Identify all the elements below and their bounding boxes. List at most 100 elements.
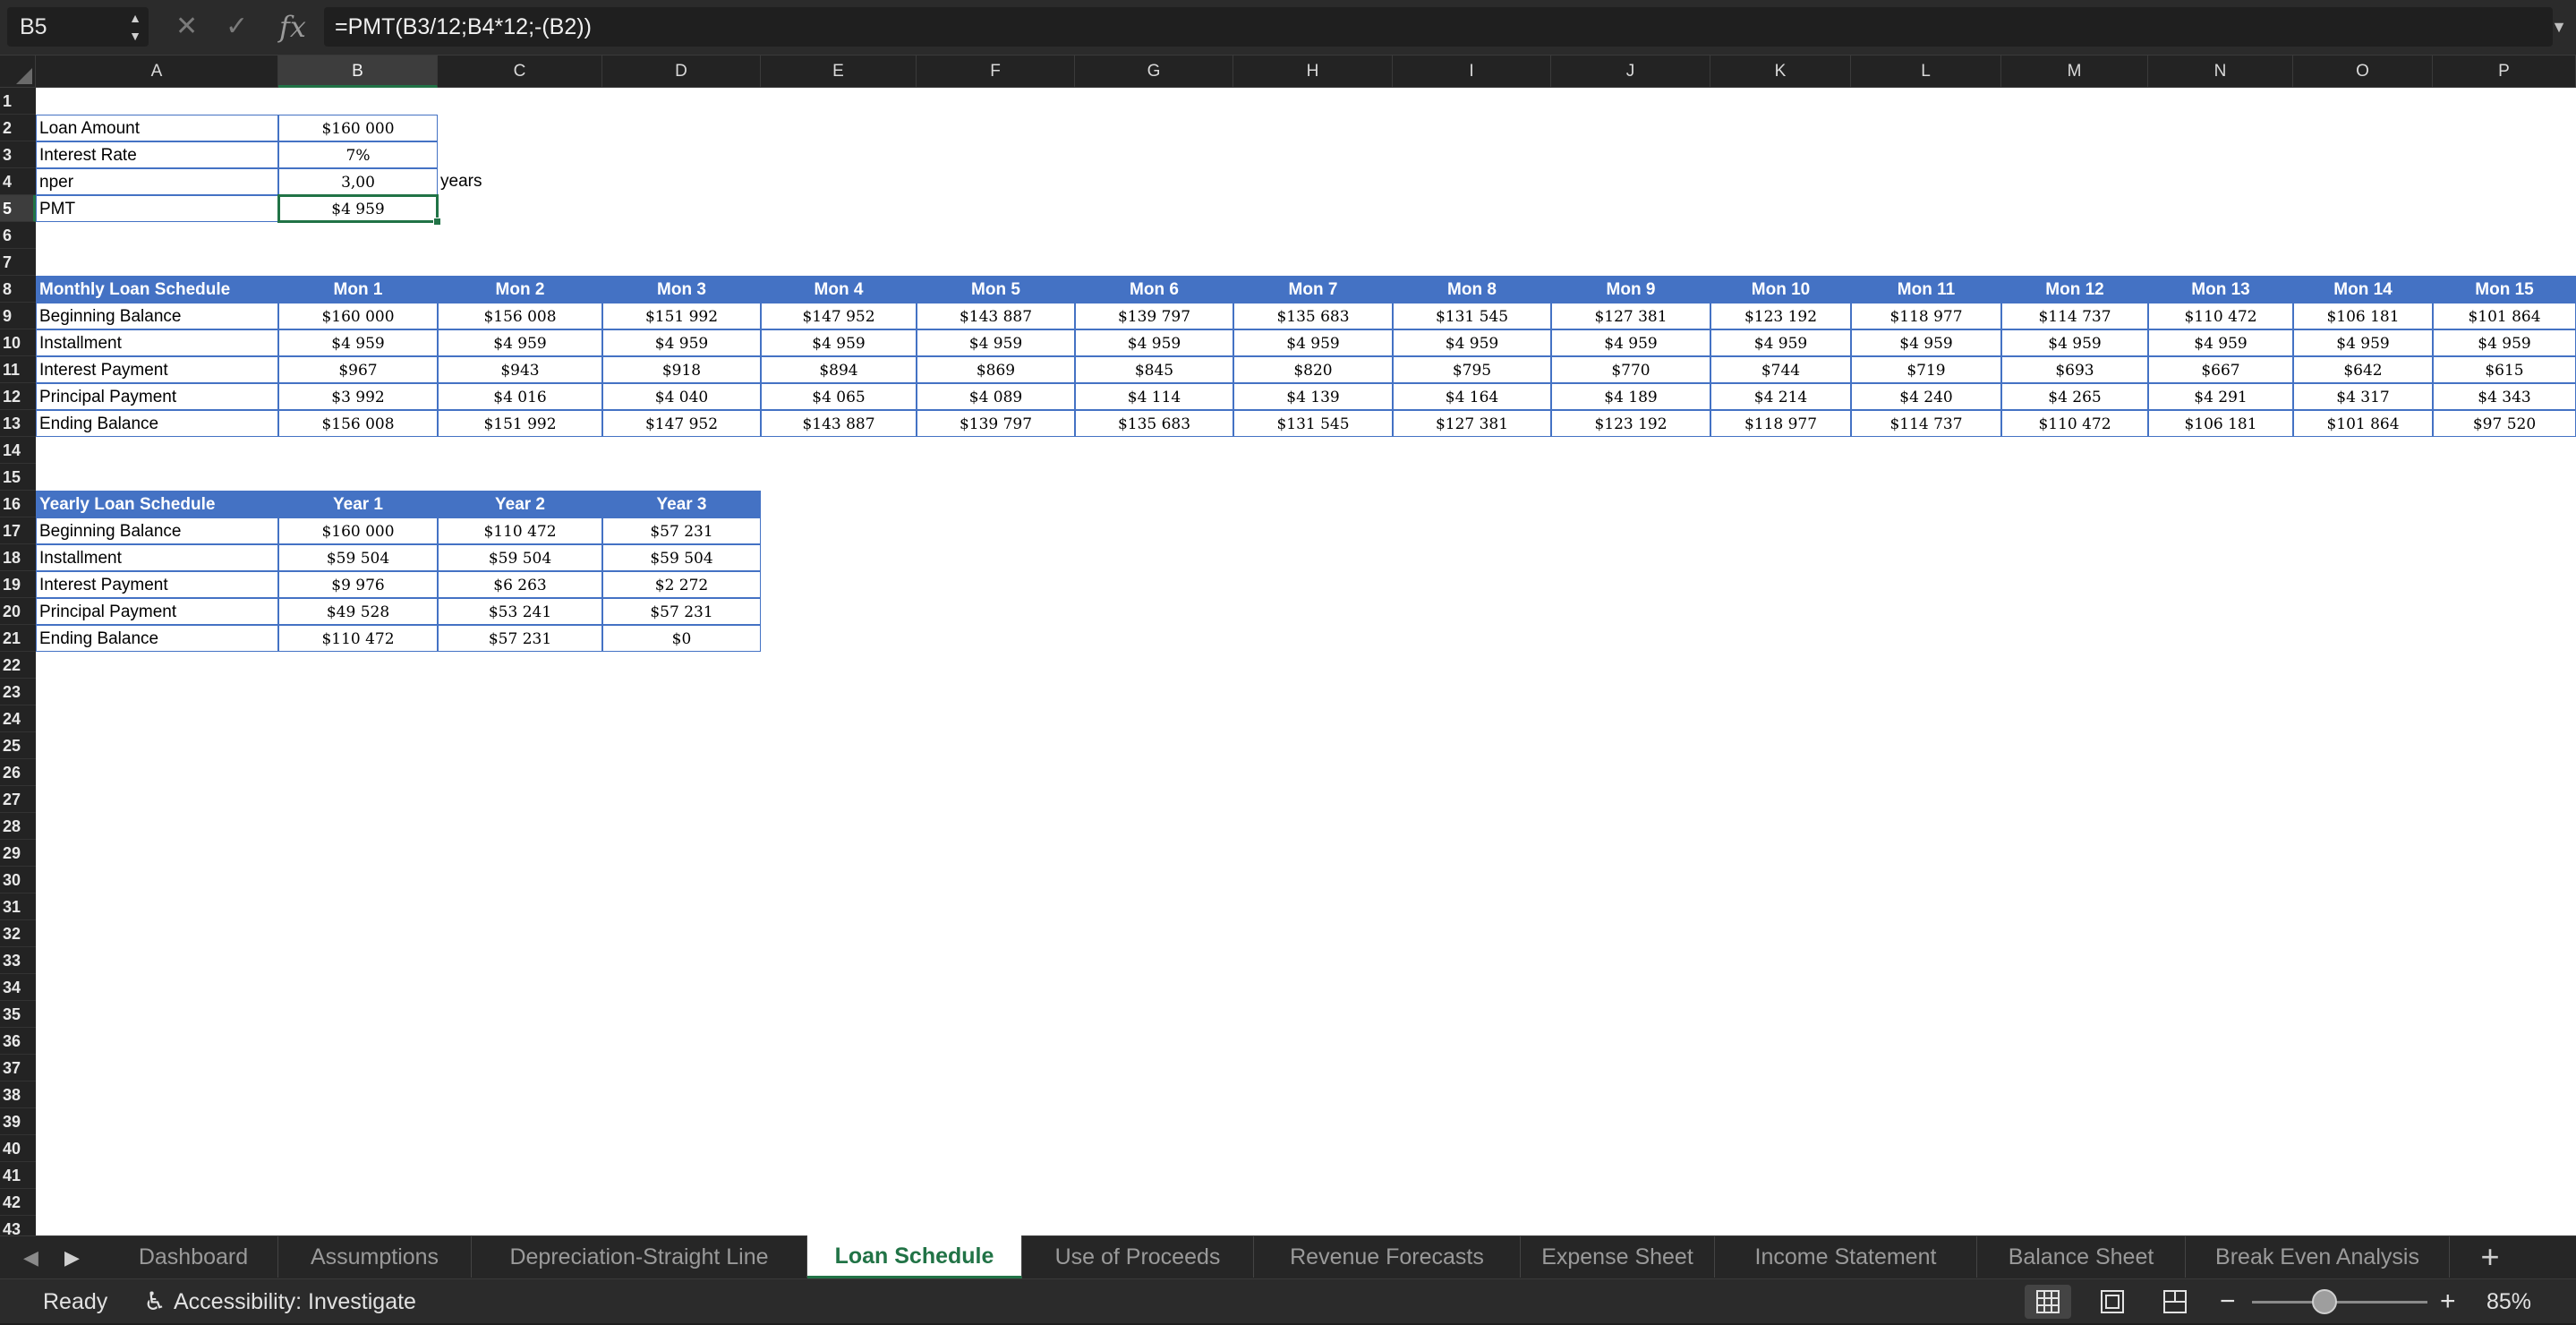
monthly-value-cell[interactable]: $151 992 — [602, 303, 761, 329]
monthly-value-cell[interactable]: $139 797 — [917, 410, 1075, 437]
monthly-value-cell[interactable]: $4 959 — [1075, 329, 1233, 356]
sheet-tab-break-even-analysis[interactable]: Break Even Analysis — [2186, 1236, 2450, 1278]
row-header-23[interactable]: 23 — [0, 679, 36, 705]
input-label-cell[interactable]: PMT — [36, 195, 278, 222]
monthly-value-cell[interactable]: $127 381 — [1393, 410, 1551, 437]
enter-check-icon[interactable]: ✓ — [226, 11, 248, 43]
monthly-value-cell[interactable]: $114 737 — [1851, 410, 2001, 437]
yearly-value-cell[interactable]: $2 272 — [602, 571, 761, 598]
sheet-tab-loan-schedule[interactable]: Loan Schedule — [807, 1235, 1022, 1278]
monthly-value-cell[interactable]: $719 — [1851, 356, 2001, 383]
row-header-39[interactable]: 39 — [0, 1108, 36, 1135]
yearly-value-cell[interactable]: $110 472 — [438, 517, 602, 544]
row-header-1[interactable]: 1 — [0, 88, 36, 115]
row-header-11[interactable]: 11 — [0, 356, 36, 383]
yearly-row-label[interactable]: Installment — [36, 544, 278, 571]
monthly-value-cell[interactable]: $4 189 — [1551, 383, 1710, 410]
zoom-out-button[interactable]: − — [2220, 1279, 2236, 1324]
yearly-row-label[interactable]: Principal Payment — [36, 598, 278, 625]
chevron-down-icon[interactable]: ▼ — [2551, 18, 2567, 37]
monthly-value-cell[interactable]: $3 992 — [278, 383, 438, 410]
monthly-value-cell[interactable]: $118 977 — [1710, 410, 1851, 437]
monthly-header-cell[interactable]: Mon 5 — [917, 276, 1075, 303]
monthly-header-cell[interactable]: Mon 6 — [1075, 276, 1233, 303]
sheet-tab-expense-sheet[interactable]: Expense Sheet — [1521, 1236, 1715, 1278]
monthly-row-label[interactable]: Interest Payment — [36, 356, 278, 383]
monthly-header-cell[interactable]: Mon 14 — [2293, 276, 2433, 303]
monthly-value-cell[interactable]: $156 008 — [438, 303, 602, 329]
input-label-cell[interactable]: Interest Rate — [36, 141, 278, 168]
column-header-p[interactable]: P — [2433, 56, 2576, 88]
add-sheet-button[interactable]: + — [2463, 1236, 2517, 1278]
monthly-value-cell[interactable]: $4 959 — [2433, 329, 2576, 356]
cancel-icon[interactable]: ✕ — [175, 11, 198, 43]
input-label-cell[interactable]: nper — [36, 168, 278, 195]
row-header-8[interactable]: 8 — [0, 276, 36, 303]
yearly-row-label[interactable]: Beginning Balance — [36, 517, 278, 544]
yearly-header-cell[interactable]: Year 3 — [602, 491, 761, 517]
monthly-value-cell[interactable]: $4 265 — [2001, 383, 2148, 410]
monthly-value-cell[interactable]: $147 952 — [761, 303, 917, 329]
prev-sheet-icon[interactable]: ◀ — [23, 1244, 38, 1272]
input-value-cell[interactable]: $160 000 — [278, 115, 438, 141]
monthly-value-cell[interactable]: $151 992 — [438, 410, 602, 437]
monthly-value-cell[interactable]: $4 016 — [438, 383, 602, 410]
monthly-value-cell[interactable]: $4 959 — [438, 329, 602, 356]
monthly-value-cell[interactable]: $943 — [438, 356, 602, 383]
column-header-g[interactable]: G — [1075, 56, 1233, 88]
monthly-value-cell[interactable]: $131 545 — [1393, 303, 1551, 329]
yearly-row-label[interactable]: Ending Balance — [36, 625, 278, 652]
column-header-n[interactable]: N — [2148, 56, 2293, 88]
row-header-26[interactable]: 26 — [0, 759, 36, 786]
row-header-40[interactable]: 40 — [0, 1135, 36, 1162]
row-header-2[interactable]: 2 — [0, 115, 36, 141]
column-header-l[interactable]: L — [1851, 56, 2001, 88]
yearly-value-cell[interactable]: $9 976 — [278, 571, 438, 598]
monthly-value-cell[interactable]: $4 959 — [2001, 329, 2148, 356]
yearly-value-cell[interactable]: $57 231 — [602, 517, 761, 544]
row-header-13[interactable]: 13 — [0, 410, 36, 437]
row-header-20[interactable]: 20 — [0, 598, 36, 625]
monthly-header-cell[interactable]: Mon 9 — [1551, 276, 1710, 303]
monthly-header-cell[interactable]: Mon 8 — [1393, 276, 1551, 303]
monthly-value-cell[interactable]: $4 959 — [1551, 329, 1710, 356]
monthly-value-cell[interactable]: $106 181 — [2293, 303, 2433, 329]
monthly-header-cell[interactable]: Mon 12 — [2001, 276, 2148, 303]
name-box-stepper-icon[interactable]: ▲ ▼ — [125, 9, 145, 45]
monthly-row-label[interactable]: Beginning Balance — [36, 303, 278, 329]
monthly-value-cell[interactable]: $101 864 — [2433, 303, 2576, 329]
row-header-17[interactable]: 17 — [0, 517, 36, 544]
monthly-value-cell[interactable]: $4 114 — [1075, 383, 1233, 410]
column-header-k[interactable]: K — [1710, 56, 1851, 88]
monthly-value-cell[interactable]: $127 381 — [1551, 303, 1710, 329]
yearly-value-cell[interactable]: $110 472 — [278, 625, 438, 652]
monthly-header-cell[interactable]: Mon 13 — [2148, 276, 2293, 303]
zoom-slider-track[interactable] — [2252, 1301, 2427, 1304]
monthly-value-cell[interactable]: $4 291 — [2148, 383, 2293, 410]
monthly-value-cell[interactable]: $967 — [278, 356, 438, 383]
yearly-value-cell[interactable]: $0 — [602, 625, 761, 652]
accessibility-status[interactable]: Accessibility: Investigate — [174, 1279, 416, 1324]
column-header-c[interactable]: C — [438, 56, 602, 88]
row-header-6[interactable]: 6 — [0, 222, 36, 249]
column-header-e[interactable]: E — [761, 56, 917, 88]
normal-view-button[interactable] — [2025, 1285, 2071, 1319]
column-header-o[interactable]: O — [2293, 56, 2433, 88]
monthly-value-cell[interactable]: $918 — [602, 356, 761, 383]
monthly-value-cell[interactable]: $135 683 — [1233, 303, 1393, 329]
column-header-d[interactable]: D — [602, 56, 761, 88]
select-all-button[interactable] — [0, 56, 36, 88]
row-header-10[interactable]: 10 — [0, 329, 36, 356]
monthly-value-cell[interactable]: $770 — [1551, 356, 1710, 383]
row-header-32[interactable]: 32 — [0, 920, 36, 947]
zoom-slider-thumb[interactable] — [2312, 1289, 2337, 1314]
monthly-value-cell[interactable]: $4 040 — [602, 383, 761, 410]
input-label-cell[interactable]: Loan Amount — [36, 115, 278, 141]
monthly-value-cell[interactable]: $820 — [1233, 356, 1393, 383]
yearly-schedule-title[interactable]: Yearly Loan Schedule — [36, 491, 278, 517]
accessibility-icon[interactable]: ♿ — [140, 1287, 170, 1317]
row-header-3[interactable]: 3 — [0, 141, 36, 168]
yearly-value-cell[interactable]: $6 263 — [438, 571, 602, 598]
row-header-5[interactable]: 5 — [0, 195, 36, 222]
sheet-tab-depreciation-straight-line[interactable]: Depreciation-Straight Line — [472, 1236, 807, 1278]
